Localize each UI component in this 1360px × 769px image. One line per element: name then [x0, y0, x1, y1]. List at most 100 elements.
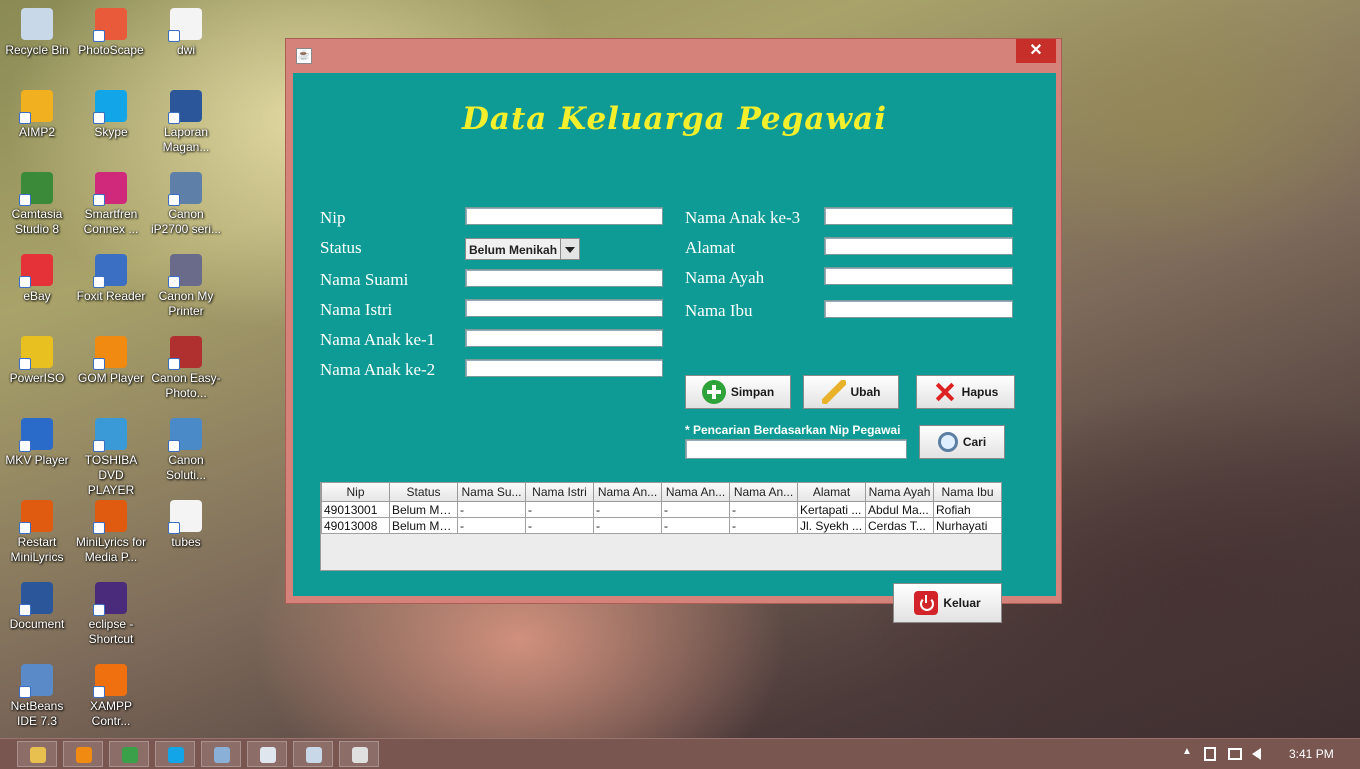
skype-icon: [168, 747, 184, 763]
nama-istri-field[interactable]: [465, 299, 663, 317]
table-cell[interactable]: Jl. Syekh ...: [797, 517, 866, 534]
desktop-icon[interactable]: Smartfren Connex ...: [74, 172, 148, 237]
taskbar-button[interactable]: [201, 741, 241, 767]
keluar-button[interactable]: Keluar: [893, 583, 1002, 623]
table-cell[interactable]: Kertapati ...: [797, 501, 866, 518]
nama-anak-1-field[interactable]: [465, 329, 663, 347]
ubah-button[interactable]: Ubah: [803, 375, 899, 409]
table-cell[interactable]: -: [457, 517, 526, 534]
network-icon[interactable]: [1228, 748, 1242, 760]
paint-icon: [306, 747, 322, 763]
desktop-icon[interactable]: MiniLyrics for Media P...: [74, 500, 148, 565]
table-cell[interactable]: -: [525, 517, 594, 534]
search-input[interactable]: [685, 439, 907, 459]
nama-anak-2-field[interactable]: [465, 359, 663, 377]
hapus-button[interactable]: Hapus: [916, 375, 1015, 409]
taskbar-button[interactable]: [155, 741, 195, 767]
desktop-icon[interactable]: Foxit Reader: [74, 254, 148, 304]
table-cell[interactable]: 49013001: [321, 501, 390, 518]
column-header[interactable]: Nama Istri: [525, 483, 594, 502]
desktop-icon[interactable]: AIMP2: [0, 90, 74, 140]
nama-suami-field[interactable]: [465, 269, 663, 287]
desktop-icon[interactable]: Canon Easy-Photo...: [149, 336, 223, 401]
desktop-icon[interactable]: dwi: [149, 8, 223, 58]
nama-anak-3-field[interactable]: [824, 207, 1013, 225]
column-header[interactable]: Nama An...: [729, 483, 798, 502]
table-cell[interactable]: -: [661, 501, 730, 518]
desktop-icon[interactable]: Laporan Magan...: [149, 90, 223, 155]
desktop-icon[interactable]: Canon Soluti...: [149, 418, 223, 483]
table-cell[interactable]: Belum Me...: [389, 501, 458, 518]
desktop-icon[interactable]: Restart MiniLyrics: [0, 500, 74, 565]
battery-icon[interactable]: [1204, 747, 1216, 761]
desktop-icon[interactable]: PowerISO: [0, 336, 74, 386]
taskbar-button[interactable]: [63, 741, 103, 767]
desktop-icon[interactable]: Camtasia Studio 8: [0, 172, 74, 237]
desktop-icon[interactable]: Canon iP2700 seri...: [149, 172, 223, 237]
chevron-down-icon[interactable]: [560, 239, 579, 259]
column-header[interactable]: Nama Ibu: [933, 483, 1002, 502]
table-cell[interactable]: -: [525, 501, 594, 518]
taskbar-button[interactable]: [247, 741, 287, 767]
column-header[interactable]: Alamat: [797, 483, 866, 502]
desktop-icon[interactable]: NetBeans IDE 7.3: [0, 664, 74, 729]
nip-field[interactable]: [465, 207, 663, 225]
desktop-icon[interactable]: PhotoScape: [74, 8, 148, 58]
column-header[interactable]: Nip: [321, 483, 390, 502]
desktop-icon[interactable]: eclipse - Shortcut: [74, 582, 148, 647]
desktop-icon[interactable]: MKV Player: [0, 418, 74, 468]
table-cell[interactable]: Nurhayati: [933, 517, 1002, 534]
desktop-icon-label: dwi: [176, 43, 195, 57]
alamat-field[interactable]: [824, 237, 1013, 255]
table-cell[interactable]: Cerdas T...: [865, 517, 934, 534]
desktop-icon[interactable]: Canon My Printer: [149, 254, 223, 319]
table-cell[interactable]: -: [457, 501, 526, 518]
column-header[interactable]: Nama Su...: [457, 483, 526, 502]
table-cell[interactable]: -: [729, 517, 798, 534]
nama-ibu-field[interactable]: [824, 300, 1013, 318]
table-row[interactable]: 49013001 Belum Me... - - - - - Kertapati ... Abd…: [321, 501, 1002, 518]
taskbar-button[interactable]: [339, 741, 379, 767]
status-combobox[interactable]: Belum Menikah: [465, 238, 580, 260]
simpan-button[interactable]: Simpan: [685, 375, 791, 409]
recycle-bin-icon: [21, 8, 53, 40]
table-cell[interactable]: Abdul Ma...: [865, 501, 934, 518]
close-button[interactable]: ✕: [1016, 39, 1056, 63]
nama-ayah-field[interactable]: [824, 267, 1013, 285]
desktop-icon[interactable]: XAMPP Contr...: [74, 664, 148, 729]
hapus-label: Hapus: [961, 385, 999, 399]
desktop-icon[interactable]: tubes: [149, 500, 223, 550]
desktop-icon[interactable]: GOM Player: [74, 336, 148, 386]
cari-button[interactable]: Cari: [919, 425, 1005, 459]
table-row[interactable]: 49013008 Belum Me... - - - - - Jl. Syekh ... Cer…: [321, 517, 1002, 534]
desktop-icon[interactable]: TOSHIBA DVD PLAYER: [74, 418, 148, 498]
table-cell[interactable]: 49013008: [321, 517, 390, 534]
desktop-icon[interactable]: eBay: [0, 254, 74, 304]
column-header[interactable]: Status: [389, 483, 458, 502]
taskbar-button[interactable]: [17, 741, 57, 767]
table-body: 49013001 Belum Me... - - - - - Kertapati ... Abd…: [321, 501, 1002, 534]
tray-overflow-icon[interactable]: ▲: [1182, 746, 1192, 757]
taskbar-button[interactable]: [293, 741, 333, 767]
title-bar[interactable]: ☕ ✕: [286, 39, 1061, 69]
desktop-icon-label: Document: [9, 617, 65, 631]
column-header[interactable]: Nama An...: [593, 483, 662, 502]
table-cell[interactable]: Rofiah: [933, 501, 1002, 518]
table-cell[interactable]: -: [593, 501, 662, 518]
column-header[interactable]: Nama An...: [661, 483, 730, 502]
desktop-icon-label: MKV Player: [5, 453, 69, 467]
column-header[interactable]: Nama Ayah: [865, 483, 934, 502]
volume-icon[interactable]: [1252, 748, 1261, 760]
desktop-icon[interactable]: Document: [0, 582, 74, 632]
taskbar-button[interactable]: [109, 741, 149, 767]
table-cell[interactable]: -: [593, 517, 662, 534]
data-table[interactable]: Nip Status Nama Su... Nama Istri Nama An... N…: [320, 482, 1002, 571]
desktop-icon[interactable]: Recycle Bin: [0, 8, 74, 58]
table-cell[interactable]: Belum Me...: [389, 517, 458, 534]
pencil-icon: [821, 380, 846, 404]
table-cell[interactable]: -: [661, 517, 730, 534]
table-cell[interactable]: -: [729, 501, 798, 518]
desktop-icon[interactable]: Skype: [74, 90, 148, 140]
eclipse-icon: [93, 582, 127, 616]
clock[interactable]: 3:41 PM: [1289, 747, 1334, 761]
